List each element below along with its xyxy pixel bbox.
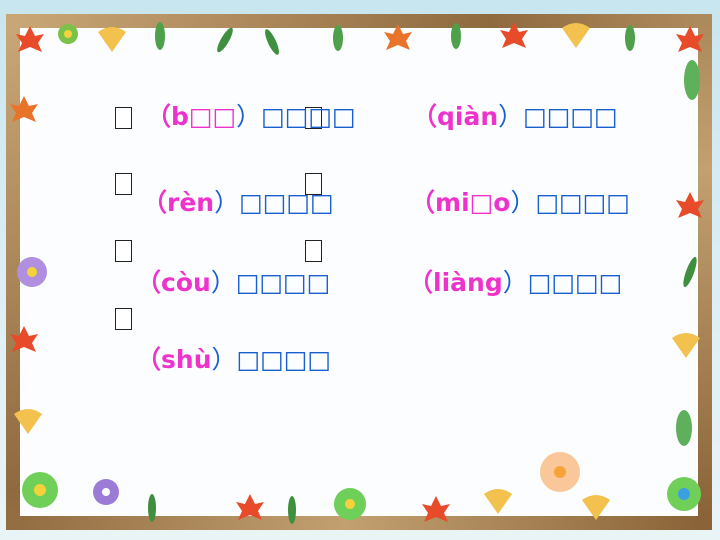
bamboo-leaf-icon — [684, 60, 700, 100]
bamboo-leaf-icon — [676, 410, 692, 446]
paren-open: （ — [146, 102, 172, 131]
paren-open: （ — [136, 345, 162, 374]
maple-leaf-icon — [10, 326, 38, 352]
flower-icon — [22, 472, 58, 508]
word-chars: ）□□□□ — [214, 188, 334, 217]
word-chars: ）□□□□ — [210, 268, 331, 297]
flower-icon — [334, 488, 366, 520]
maple-leaf-icon — [676, 26, 704, 52]
vocab-row: （b□□）□□□□ — [146, 100, 356, 134]
word-chars: ）□□□□ — [211, 345, 331, 374]
bamboo-leaf-icon — [288, 496, 296, 524]
word-chars: ）□□□□ — [236, 102, 356, 131]
bamboo-leaf-icon — [265, 29, 279, 55]
ginkgo-leaf-icon — [562, 23, 590, 48]
bamboo-leaf-icon — [148, 494, 156, 522]
glyph-box — [115, 240, 132, 262]
maple-leaf-icon — [500, 22, 528, 48]
ginkgo-leaf-icon — [582, 495, 610, 520]
ginkgo-leaf-icon — [484, 489, 512, 514]
bamboo-leaf-icon — [625, 25, 635, 51]
vocab-row: （qiàn）□□□□ — [412, 100, 618, 134]
vocab-row: （shù）□□□□ — [136, 343, 331, 377]
pinyin: còu — [161, 268, 211, 297]
flower-icon — [17, 257, 47, 287]
word-chars: ）□□□□ — [502, 268, 623, 297]
bamboo-leaf-icon — [451, 23, 461, 49]
paren-open: （ — [412, 102, 438, 131]
ginkgo-leaf-icon — [14, 409, 42, 434]
paren-open: （ — [136, 268, 162, 297]
glyph-box — [115, 107, 132, 129]
vocab-row: （liàng）□□□□ — [408, 266, 622, 300]
ginkgo-leaf-icon — [98, 27, 126, 52]
vocab-row: （mi□o）□□□□ — [410, 186, 630, 220]
maple-leaf-icon — [236, 494, 264, 520]
maple-leaf-icon — [10, 96, 38, 122]
pinyin: qiàn — [437, 102, 499, 131]
paren-open: （ — [410, 188, 436, 217]
glyph-box — [115, 308, 132, 330]
bamboo-leaf-icon — [333, 25, 343, 51]
maple-leaf-icon — [16, 26, 44, 52]
maple-leaf-icon — [676, 192, 704, 218]
ginkgo-leaf-icon — [672, 333, 700, 358]
paren-open: （ — [408, 268, 434, 297]
paren-open: （ — [142, 188, 168, 217]
bamboo-leaf-icon — [217, 27, 233, 53]
bamboo-leaf-icon — [683, 256, 697, 288]
word-chars: ）□□□□ — [510, 188, 630, 217]
pinyin: mi□o — [435, 188, 511, 217]
vocab-row: （rèn）□□□□ — [142, 186, 334, 220]
flower-icon — [667, 477, 701, 511]
glyph-box — [305, 240, 322, 262]
glyph-box — [115, 173, 132, 195]
pinyin: rèn — [167, 188, 215, 217]
flower-icon — [540, 452, 580, 492]
vocab-row: （còu）□□□□ — [136, 266, 330, 300]
pinyin: liàng — [433, 268, 503, 297]
pinyin: shù — [161, 345, 212, 374]
pinyin: b□□ — [171, 102, 237, 131]
maple-leaf-icon — [384, 24, 412, 50]
flower-icon — [58, 24, 78, 44]
flower-icon — [93, 479, 119, 505]
bamboo-leaf-icon — [155, 22, 165, 50]
word-chars: ）□□□□ — [498, 102, 618, 131]
maple-leaf-icon — [422, 496, 450, 522]
